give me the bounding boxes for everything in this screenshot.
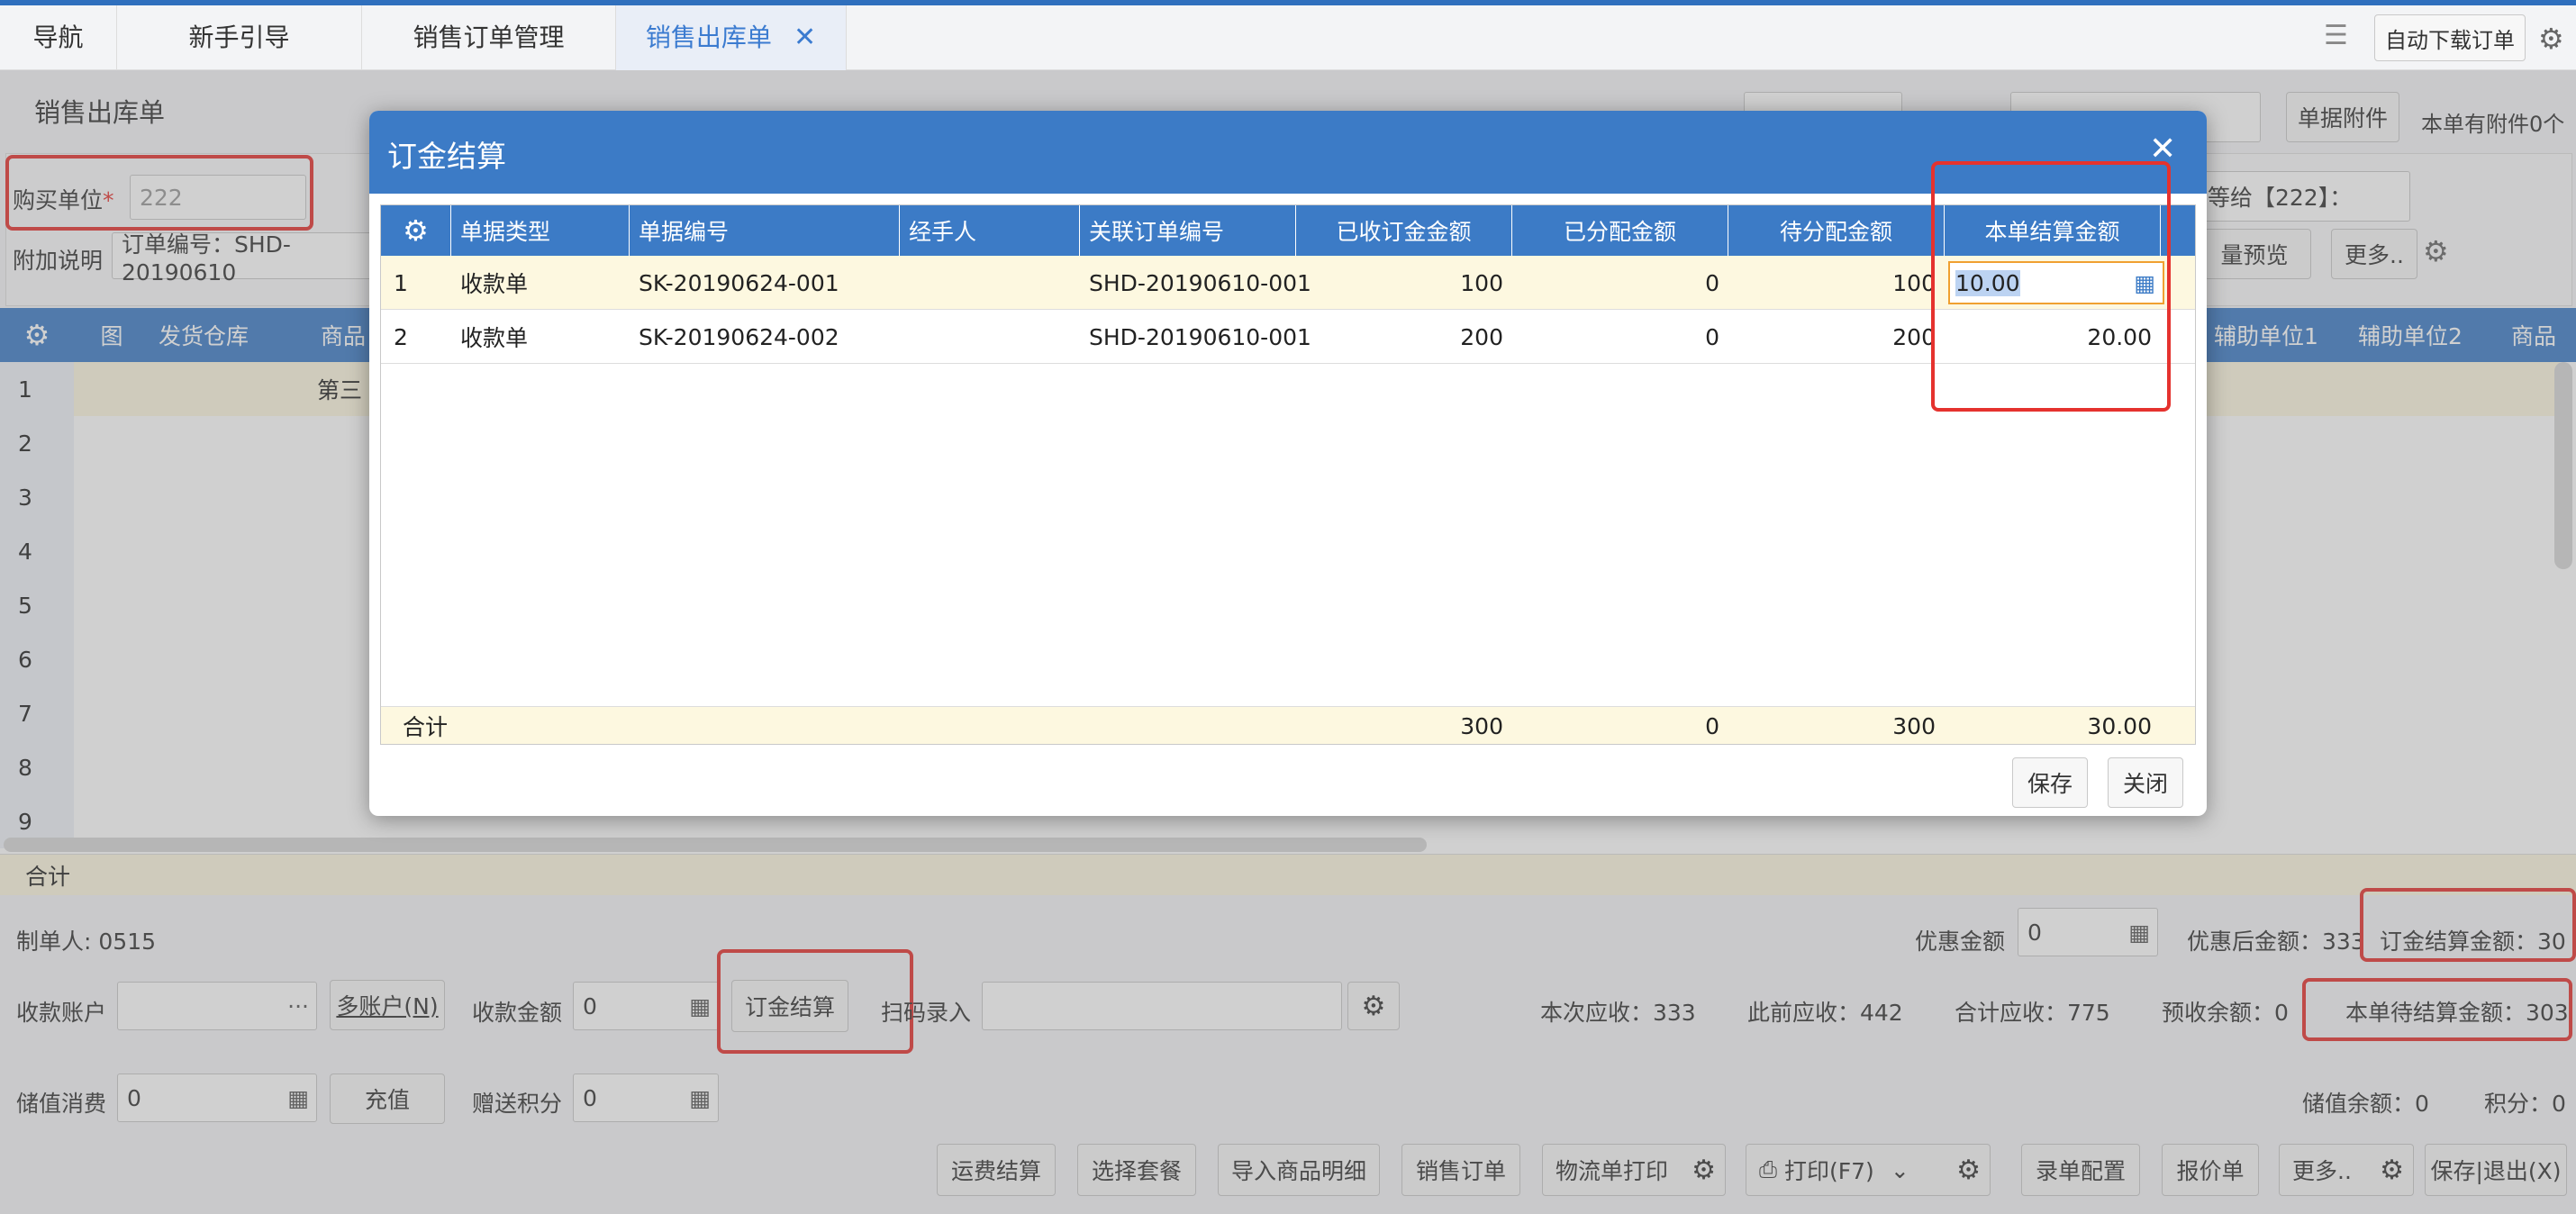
tab-label: 新手引导 xyxy=(188,23,290,52)
cell-related-order: SHD-20190610-001 xyxy=(1089,323,1311,350)
total-received: 300 xyxy=(1460,712,1503,739)
cell-received: 100 xyxy=(1460,269,1503,296)
tab-sales-outbound[interactable]: 销售出库单 ✕ xyxy=(616,5,847,70)
cell-received: 200 xyxy=(1460,323,1503,350)
table-row[interactable]: 2 收款单 SK-20190624-002 SHD-20190610-001 2… xyxy=(381,310,2195,364)
cell-doc-type: 收款单 xyxy=(460,325,529,351)
total-allocated: 0 xyxy=(1705,712,1719,739)
save-button[interactable]: 保存 xyxy=(2012,757,2088,808)
cell-pending: 100 xyxy=(1892,269,1936,296)
total-label: 合计 xyxy=(403,714,449,740)
tab-label: 销售订单管理 xyxy=(413,23,565,52)
col-handler: 经手人 xyxy=(900,205,1080,256)
tab-nav[interactable]: 导航 xyxy=(0,5,117,70)
settle-table: ⚙ 单据类型 单据编号 经手人 关联订单编号 已收订金金额 已分配金额 待分配金… xyxy=(380,204,2196,745)
cell-doc-type: 收款单 xyxy=(460,271,529,297)
cell-doc-number: SK-20190624-001 xyxy=(639,269,839,296)
col-doc-type: 单据类型 xyxy=(451,205,630,256)
tab-label: 导航 xyxy=(32,23,84,52)
tab-sales-order-mgmt[interactable]: 销售订单管理 xyxy=(362,5,616,70)
save-label: 保存 xyxy=(2027,771,2073,797)
deposit-settle-dialog: 订金结算 ✕ ⚙ 单据类型 单据编号 经手人 关联订单编号 已收订金金额 已分配… xyxy=(369,111,2207,816)
col-allocated: 已分配金额 xyxy=(1512,205,1728,256)
gear-icon[interactable]: ⚙ xyxy=(2538,22,2564,56)
col-related-order: 关联订单编号 xyxy=(1080,205,1296,256)
table-row[interactable]: 1 收款单 SK-20190624-001 SHD-20190610-001 1… xyxy=(381,256,2195,310)
col-received: 已收订金金额 xyxy=(1296,205,1512,256)
row-number: 1 xyxy=(394,269,408,296)
cell-allocated: 0 xyxy=(1705,269,1719,296)
cell-allocated: 0 xyxy=(1705,323,1719,350)
dialog-title: 订金结算 xyxy=(387,139,506,174)
tab-label: 销售出库单 xyxy=(645,23,772,52)
close-icon[interactable]: ✕ xyxy=(794,22,816,53)
auto-download-button[interactable]: 自动下载订单 xyxy=(2374,14,2526,61)
settle-table-header: ⚙ 单据类型 单据编号 经手人 关联订单编号 已收订金金额 已分配金额 待分配金… xyxy=(381,205,2195,256)
auto-download-label: 自动下载订单 xyxy=(2385,27,2515,53)
row-number: 2 xyxy=(394,323,408,350)
highlight-settle-column xyxy=(1931,161,2171,412)
cell-doc-number: SK-20190624-002 xyxy=(639,323,839,350)
total-settle: 30.00 xyxy=(2087,712,2152,739)
col-pending: 待分配金额 xyxy=(1728,205,1945,256)
tab-bar: 导航 新手引导 销售订单管理 销售出库单 ✕ ☰ 自动下载订单 ⚙ xyxy=(0,5,2576,70)
list-icon[interactable]: ☰ xyxy=(2324,20,2360,56)
cell-related-order: SHD-20190610-001 xyxy=(1089,269,1311,296)
settle-total-row: 合计 300 0 300 30.00 xyxy=(381,706,2195,744)
tab-guide[interactable]: 新手引导 xyxy=(117,5,362,70)
close-button[interactable]: 关闭 xyxy=(2108,757,2183,808)
total-pending: 300 xyxy=(1892,712,1936,739)
gear-icon[interactable]: ⚙ xyxy=(381,205,451,256)
col-doc-number: 单据编号 xyxy=(630,205,900,256)
cell-pending: 200 xyxy=(1892,323,1936,350)
close-label: 关闭 xyxy=(2122,771,2168,797)
